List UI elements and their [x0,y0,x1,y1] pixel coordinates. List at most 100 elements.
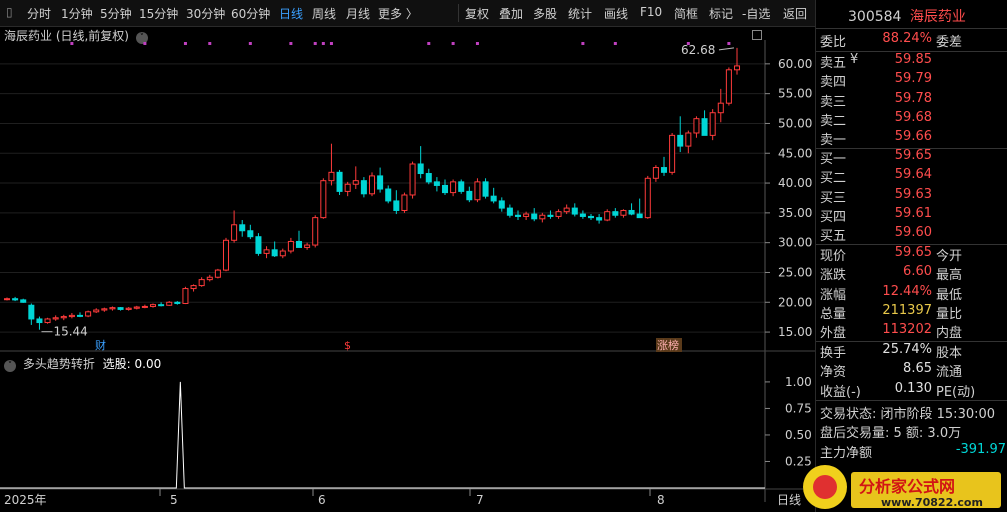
period-weekly[interactable]: 周线 [312,5,336,22]
candle[interactable] [239,220,246,237]
candle[interactable] [377,167,384,193]
candle[interactable] [709,109,716,141]
chevron-down-icon[interactable]: ˅ [4,360,16,372]
candle[interactable] [198,277,205,287]
candle[interactable] [214,268,221,279]
candle[interactable] [3,297,11,301]
candle[interactable] [539,212,546,223]
candle[interactable] [279,248,286,259]
candle[interactable] [612,208,619,218]
candle[interactable] [571,203,578,217]
candle[interactable] [628,203,635,216]
period-more[interactable]: 更多 〉 [378,5,418,22]
candle[interactable] [206,274,213,282]
candle[interactable] [660,156,668,176]
candle[interactable] [652,165,659,182]
period-intraday[interactable]: 分时 [27,5,51,22]
candle[interactable] [393,190,400,215]
candle[interactable] [109,306,116,311]
candle[interactable] [304,242,311,250]
candle[interactable] [685,130,692,154]
candle[interactable] [271,241,278,257]
candle[interactable] [474,178,481,203]
candle[interactable] [441,179,449,195]
candle[interactable] [12,296,19,302]
candle[interactable] [482,178,489,199]
draw-line-button[interactable]: 画线 [604,5,628,22]
candle[interactable] [149,303,157,308]
candle[interactable] [295,230,303,248]
chart-area[interactable]: 60.00 55.00 50.00 45.00 40.00 35.00 30.00 25.00… [0,26,815,512]
statistics-button[interactable]: 统计 [568,5,592,22]
period-30min[interactable]: 30分钟 [186,5,225,22]
candle[interactable] [247,224,254,240]
candle[interactable] [693,116,700,138]
candle[interactable] [336,169,343,195]
candle[interactable] [117,307,124,311]
period-1min[interactable]: 1分钟 [61,5,93,22]
period-15min[interactable]: 15分钟 [139,5,178,22]
candle[interactable] [231,210,238,243]
candle[interactable] [579,210,586,219]
candle[interactable] [498,197,505,212]
candle[interactable] [425,168,432,185]
candle[interactable] [312,215,319,248]
period-monthly[interactable]: 月线 [346,5,370,22]
candle[interactable] [547,210,554,219]
candle[interactable] [328,143,335,186]
candle[interactable] [125,307,132,311]
candle[interactable] [644,175,651,219]
back-button[interactable]: 返回 [783,5,807,22]
indicator-name[interactable]: 多头趋势转折 [23,357,95,371]
add-watchlist-button[interactable]: -自选 [742,5,770,22]
candle[interactable] [28,303,35,325]
candle[interactable] [85,310,92,318]
candle[interactable] [531,208,538,222]
candle[interactable] [490,187,497,204]
candle[interactable] [417,146,424,179]
period-5min[interactable]: 5分钟 [100,5,132,22]
candle[interactable] [44,317,51,324]
candle[interactable] [101,307,108,312]
candle[interactable] [701,110,708,136]
candle[interactable] [320,178,327,219]
candle[interactable] [255,233,262,256]
event-dollar[interactable]: $ [344,339,351,352]
candle[interactable] [368,172,376,197]
candle[interactable] [36,316,43,330]
candle[interactable] [466,186,473,203]
candle[interactable] [433,177,440,192]
f10-button[interactable]: F10 [640,5,662,19]
multi-stock-button[interactable]: 多股 [533,5,557,22]
candle[interactable] [401,192,408,213]
candle[interactable] [52,315,59,321]
candle[interactable] [360,177,367,198]
candle[interactable] [68,313,75,319]
candle[interactable] [636,198,643,219]
candle[interactable] [158,302,165,307]
candle[interactable] [263,246,270,259]
candle[interactable] [409,161,416,199]
adjust-button[interactable]: 复权 [465,5,489,22]
candle[interactable] [60,314,67,321]
candle[interactable] [450,179,457,197]
candle[interactable] [76,312,84,318]
candle[interactable] [93,308,100,314]
candle[interactable] [20,298,27,303]
collapse-icon[interactable]: ▯ [6,5,13,19]
candle[interactable] [182,286,189,305]
mark-button[interactable]: 标记 [709,5,733,22]
candle[interactable] [677,116,684,153]
candle[interactable] [141,304,148,309]
candle[interactable] [596,214,603,224]
candle[interactable] [604,209,611,222]
overlay-button[interactable]: 叠加 [499,5,523,22]
candle[interactable] [352,166,359,190]
candle[interactable] [669,132,676,175]
candle[interactable] [344,181,351,197]
period-60min[interactable]: 60分钟 [231,5,270,22]
candle[interactable] [555,209,562,219]
simple-frame-button[interactable]: 简框 [674,5,698,22]
candle[interactable] [222,237,230,272]
candle[interactable] [458,179,465,194]
